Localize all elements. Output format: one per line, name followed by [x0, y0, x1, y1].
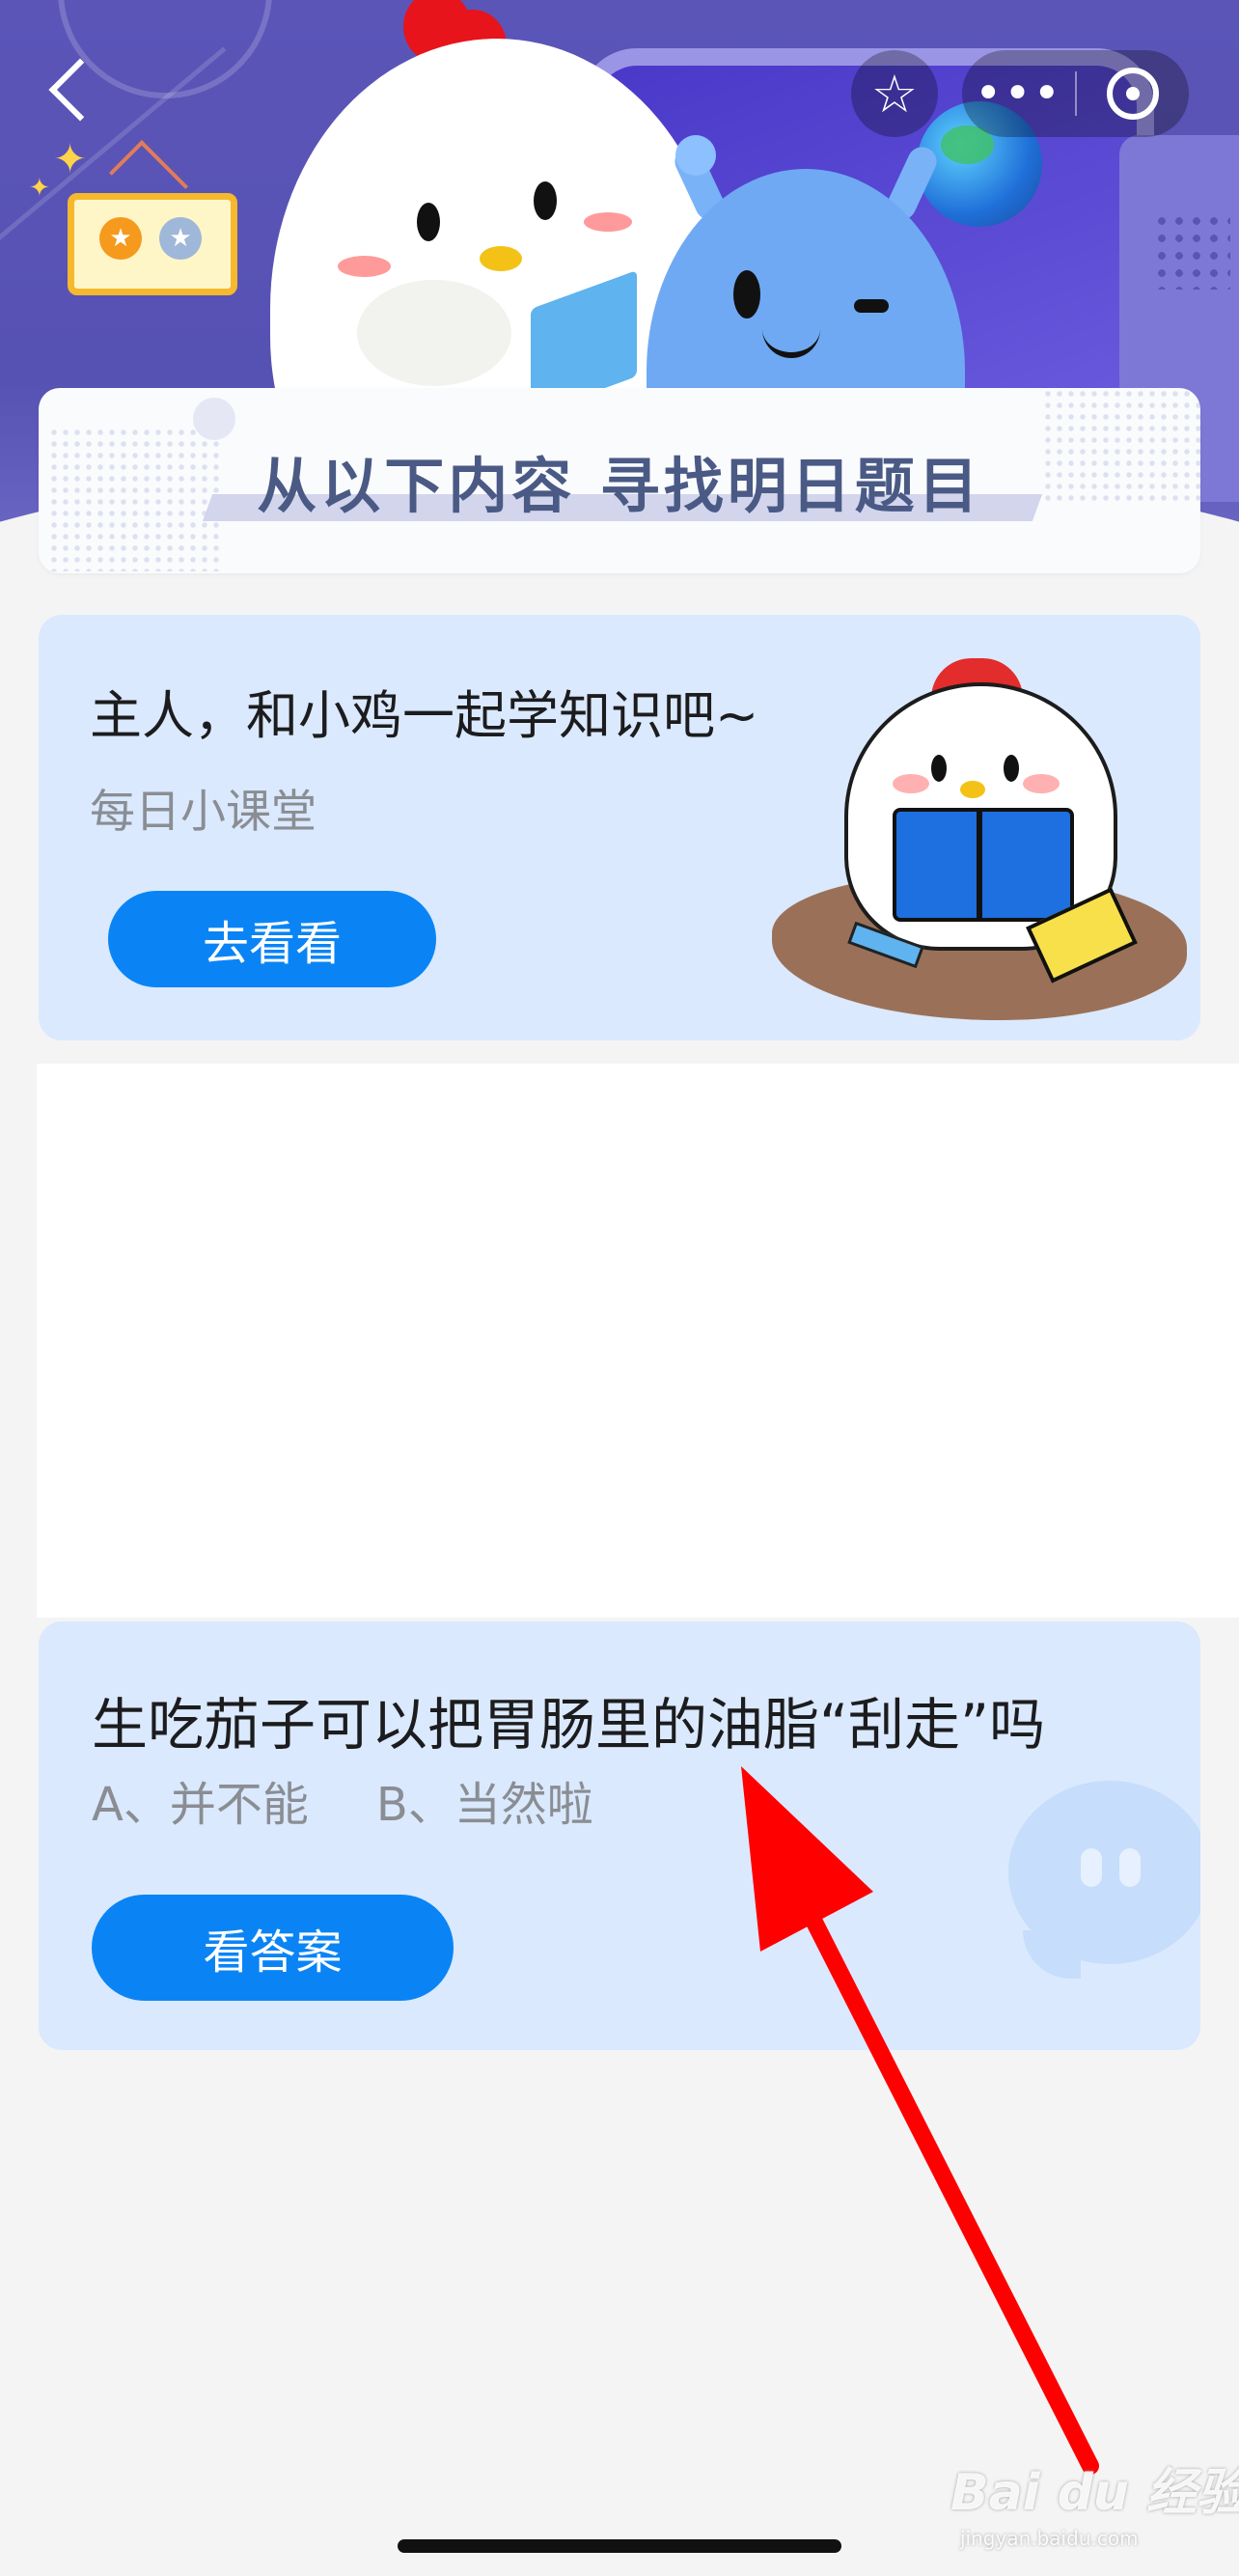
sparkle-icon: ✦	[53, 135, 88, 182]
mini-program-capsule: ☆ •••	[851, 50, 1189, 137]
question-text: 生吃茄子可以把胃肠里的油脂“刮走”吗	[92, 1692, 1046, 1758]
chick-eye	[417, 203, 440, 241]
go-view-button[interactable]: 去看看	[108, 891, 436, 987]
silver-medal-icon: ★	[159, 217, 202, 260]
chick-beak	[480, 246, 522, 271]
option-b: B、当然啦	[375, 1778, 593, 1832]
chick-eye	[931, 755, 947, 782]
chick-cheek	[1023, 774, 1060, 793]
chick-beak	[960, 781, 985, 798]
ad-placeholder	[37, 1064, 1239, 1618]
watermark-url: jingyan.baidu.com	[960, 2527, 1139, 2550]
chick-cheek	[893, 774, 929, 793]
chick-wing	[357, 280, 511, 386]
book-spine	[977, 808, 982, 918]
chick-cheek	[338, 256, 391, 277]
daily-class-card: 主人，和小鸡一起学知识吧~ 每日小课堂 去看看	[39, 615, 1200, 1040]
section-title: 从以下内容 寻找明日题目	[257, 451, 982, 521]
baidu-logo: Bai du 经验	[950, 2464, 1239, 2522]
option-a: A、并不能	[92, 1778, 309, 1832]
view-answer-button[interactable]: 看答案	[92, 1895, 454, 2001]
medal-board[interactable]: ★ ★	[68, 193, 237, 295]
blob-wink-eye	[854, 299, 889, 313]
card-subtitle: 每日小课堂	[90, 786, 317, 839]
gold-medal-icon: ★	[99, 217, 142, 260]
card-title: 主人，和小鸡一起学知识吧~	[90, 685, 759, 746]
star-icon[interactable]: ☆	[851, 50, 938, 137]
open-book-illustration	[893, 808, 1074, 922]
target-circle-icon	[1107, 68, 1159, 120]
answer-options: A、并不能 B、当然啦	[92, 1766, 593, 1834]
bubble-eye	[1119, 1848, 1141, 1887]
sparkle-icon: ✦	[29, 174, 50, 203]
home-indicator[interactable]	[398, 2539, 841, 2553]
bubble-eye	[1081, 1848, 1102, 1887]
more-dots-icon[interactable]: •••	[962, 50, 1075, 137]
close-button[interactable]	[1077, 50, 1189, 137]
chick-cheek	[584, 212, 632, 232]
question-card: 生吃茄子可以把胃肠里的油脂“刮走”吗 A、并不能 B、当然啦 看答案	[39, 1621, 1200, 2050]
dot-pattern	[1153, 212, 1230, 290]
section-title-card: 从以下内容 寻找明日题目	[39, 388, 1200, 573]
baidu-watermark: Bai du 经验 jingyan.baidu.com	[950, 2451, 1239, 2558]
chick-eye	[534, 181, 557, 220]
blob-eye	[733, 270, 760, 319]
chick-eye	[1004, 755, 1019, 782]
blob-antenna-tip	[675, 135, 716, 176]
capsule-menu: •••	[962, 50, 1189, 137]
chat-bubble-tail	[1023, 1930, 1081, 1979]
